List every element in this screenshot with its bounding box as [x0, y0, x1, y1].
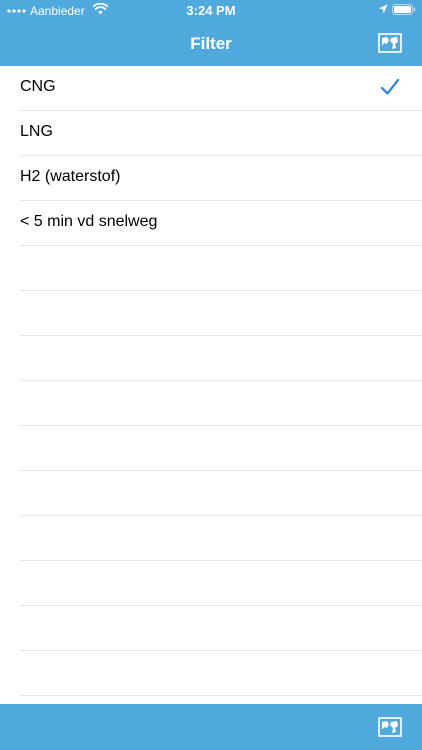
empty-row [20, 516, 422, 561]
battery-icon [392, 4, 416, 15]
header: Aanbieder 3:24 PM Filter [0, 0, 422, 66]
empty-row [20, 291, 422, 336]
filter-option-label: H2 (waterstof) [20, 168, 121, 185]
empty-row [20, 381, 422, 426]
status-time: 3:24 PM [186, 3, 236, 18]
empty-row [20, 246, 422, 291]
navigation-bar: Filter [0, 22, 422, 66]
empty-row [20, 606, 422, 651]
filter-option-label: < 5 min vd snelweg [20, 213, 158, 230]
checkmark-icon [380, 78, 400, 95]
map-icon[interactable] [378, 717, 402, 737]
empty-row [20, 336, 422, 381]
empty-row [20, 426, 422, 471]
filter-option-label: LNG [20, 123, 53, 140]
empty-row [20, 471, 422, 516]
bottom-toolbar [0, 704, 422, 750]
empty-row [20, 651, 422, 696]
filter-option-row[interactable]: H2 (waterstof) [20, 156, 422, 201]
page-title: Filter [190, 34, 232, 53]
map-icon[interactable] [378, 33, 402, 53]
filter-option-row[interactable]: CNG [20, 66, 422, 111]
location-arrow-icon [378, 4, 388, 14]
filter-option-row[interactable]: < 5 min vd snelweg [20, 201, 422, 246]
filter-option-row[interactable]: LNG [20, 111, 422, 156]
filter-option-label: CNG [20, 78, 56, 95]
empty-row [20, 561, 422, 606]
filter-list: CNG LNG H2 (waterstof) < 5 min vd snelweg [0, 66, 422, 704]
status-bar: Aanbieder 3:24 PM [0, 0, 422, 22]
